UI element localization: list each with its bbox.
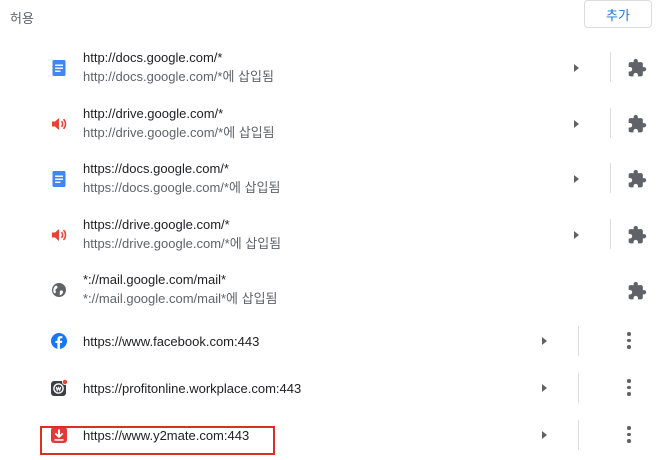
highlight-box xyxy=(40,426,275,455)
site-row[interactable]: https://drive.google.com/* https://drive… xyxy=(0,207,666,263)
extension-puzzle-icon xyxy=(628,169,647,188)
expand-arrow-icon[interactable] xyxy=(574,230,579,239)
divider xyxy=(610,218,611,249)
add-button[interactable]: 추가 xyxy=(584,0,652,28)
expand-arrow-icon[interactable] xyxy=(542,383,547,392)
speaker-icon xyxy=(52,117,67,130)
site-row[interactable]: https://www.facebook.com:443 xyxy=(0,318,666,365)
site-origin: https://profitonline.workplace.com:443 xyxy=(83,380,302,396)
expand-arrow-icon[interactable] xyxy=(574,64,579,72)
site-text: https://profitonline.workplace.com:443 xyxy=(83,380,301,398)
site-text: https://docs.google.com/* https://docs.g… xyxy=(83,160,280,197)
docs-icon xyxy=(52,60,66,76)
expand-arrow-icon[interactable] xyxy=(542,336,547,345)
divider xyxy=(610,107,611,138)
site-injected-note: https://drive.google.com/*에 삽입됨 xyxy=(83,235,282,251)
more-actions-icon[interactable] xyxy=(623,424,635,446)
more-actions-icon[interactable] xyxy=(623,377,635,399)
workplace-icon xyxy=(51,378,68,396)
extension-puzzle-icon xyxy=(628,114,647,132)
site-pattern: https://docs.google.com/* xyxy=(83,161,229,176)
facebook-icon xyxy=(51,332,67,349)
extension-puzzle-icon xyxy=(628,225,647,243)
site-settings-page: 허용 추가 http://docs.google.com/* http://do… xyxy=(0,0,666,460)
divider xyxy=(578,325,579,356)
site-text: https://drive.google.com/* https://drive… xyxy=(83,216,281,253)
more-actions-icon[interactable] xyxy=(623,330,635,352)
expand-arrow-icon[interactable] xyxy=(574,175,579,183)
divider xyxy=(578,419,579,450)
section-title: 허용 xyxy=(10,11,34,26)
expand-arrow-icon[interactable] xyxy=(574,119,579,128)
site-pattern: http://docs.google.com/* xyxy=(83,50,223,65)
site-list: http://docs.google.com/* http://docs.goo… xyxy=(0,40,666,459)
site-injected-note: *://mail.google.com/mail*에 삽입됨 xyxy=(83,291,278,306)
divider xyxy=(610,52,611,82)
site-text: http://docs.google.com/* http://docs.goo… xyxy=(83,49,274,86)
extension-puzzle-icon xyxy=(628,58,647,77)
divider xyxy=(610,163,611,193)
site-pattern: *://mail.google.com/mail* xyxy=(83,272,227,287)
site-injected-note: https://docs.google.com/*에 삽입됨 xyxy=(83,180,281,195)
site-row[interactable]: https://docs.google.com/* https://docs.g… xyxy=(0,151,666,207)
site-origin: https://www.facebook.com:443 xyxy=(83,333,260,349)
expand-arrow-icon[interactable] xyxy=(542,430,547,439)
site-injected-note: http://docs.google.com/*에 삽입됨 xyxy=(83,69,274,84)
divider xyxy=(578,372,579,403)
docs-icon xyxy=(52,171,66,187)
site-pattern: http://drive.google.com/* xyxy=(83,105,224,121)
site-text: https://www.facebook.com:443 xyxy=(83,333,259,351)
speaker-icon xyxy=(52,228,67,241)
extension-puzzle-icon xyxy=(628,281,647,300)
globe-icon xyxy=(52,283,66,297)
site-row[interactable]: http://docs.google.com/* http://docs.goo… xyxy=(0,40,666,96)
site-row[interactable]: http://drive.google.com/* http://drive.g… xyxy=(0,96,666,152)
site-text: *://mail.google.com/mail* *://mail.googl… xyxy=(83,271,278,308)
site-row[interactable]: https://profitonline.workplace.com:443 xyxy=(0,365,666,412)
site-injected-note: http://drive.google.com/*에 삽입됨 xyxy=(83,124,275,140)
site-row: *://mail.google.com/mail* *://mail.googl… xyxy=(0,262,666,318)
site-text: http://drive.google.com/* http://drive.g… xyxy=(83,105,275,142)
site-pattern: https://drive.google.com/* xyxy=(83,216,230,232)
